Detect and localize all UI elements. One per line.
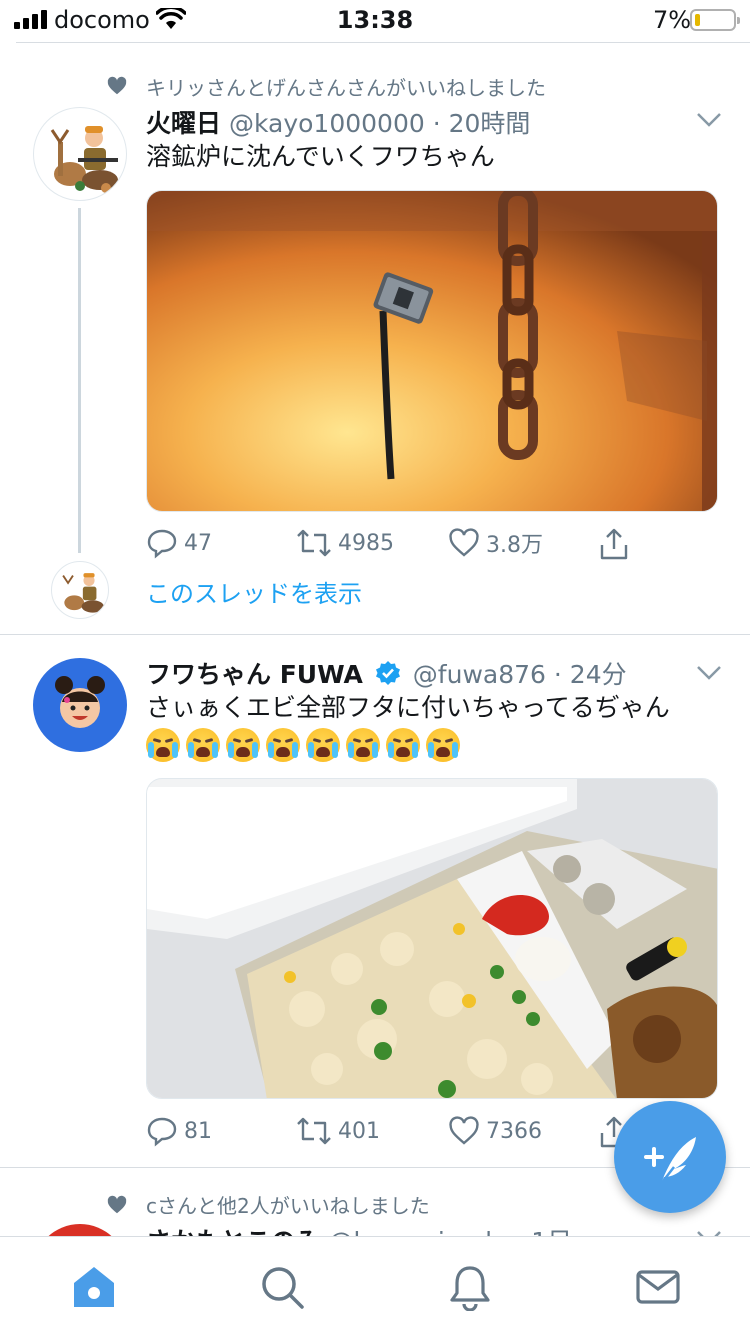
home-icon[interactable] [70, 1263, 118, 1311]
crying-face-emoji-icon [266, 728, 300, 762]
compose-tweet-button[interactable] [614, 1101, 726, 1213]
thread-line [78, 208, 81, 553]
retweet-button[interactable]: 4985 [296, 527, 394, 559]
tweet-header: さかもとこのみ @konomiroolo · 1日 [146, 1222, 572, 1236]
reply-button[interactable]: 81 [146, 1115, 212, 1147]
chevron-down-icon[interactable] [696, 665, 722, 681]
user-handle[interactable]: @fuwa876 [413, 660, 546, 689]
messages-envelope-icon[interactable] [634, 1263, 682, 1311]
tweet-text: 溶鉱炉に沈んでいくフワちゃん [146, 142, 495, 171]
tweet-actions: 47 4985 3.8万 [146, 527, 646, 563]
emoji-row [146, 728, 460, 762]
like-button[interactable]: 7366 [448, 1115, 542, 1147]
display-name[interactable]: さかもとこのみ [146, 1227, 321, 1236]
retweet-icon [297, 529, 331, 557]
display-name[interactable]: フワちゃん FUWA [146, 660, 363, 689]
avatar[interactable] [33, 658, 127, 752]
tweet-text: さぃぁくエビ全部フタに付いちゃってるぢゃん [146, 693, 670, 722]
furnace-image [147, 191, 717, 511]
search-icon[interactable] [258, 1263, 306, 1311]
tweet-media[interactable] [146, 778, 718, 1099]
tweet-1[interactable]: キリッさんとげんさんさんがいいねしました 火曜日 @kayo1000000 · … [0, 0, 750, 634]
share-button[interactable] [598, 527, 630, 561]
retweet-count: 4985 [338, 530, 394, 556]
tweet-header: 火曜日 @kayo1000000 · 20時間 [146, 104, 530, 140]
like-button[interactable]: 3.8万 [448, 527, 543, 559]
tweet-time: · 24分 [553, 660, 627, 689]
avatar[interactable] [33, 107, 127, 201]
user-handle[interactable]: @kayo1000000 [229, 109, 425, 138]
reply-icon [147, 529, 177, 559]
retweet-icon [297, 1117, 331, 1145]
crying-face-emoji-icon [146, 728, 180, 762]
tweet-media[interactable] [146, 190, 718, 512]
crying-face-emoji-icon [306, 728, 340, 762]
crying-face-emoji-icon [186, 728, 220, 762]
display-name[interactable]: 火曜日 [146, 109, 221, 138]
crying-face-emoji-icon [346, 728, 380, 762]
tweet-2[interactable]: フワちゃん FUWA @fuwa876 · 24分 さぃぁくエビ全部フタに付いち… [0, 635, 750, 1167]
show-thread-link[interactable]: このスレッドを表示 [146, 574, 362, 609]
avatar[interactable] [33, 1224, 127, 1236]
user-handle[interactable]: @konomiroolo [328, 1227, 507, 1236]
retweet-button[interactable]: 401 [296, 1115, 380, 1147]
tweet-actions: 81 401 7366 [146, 1115, 646, 1151]
like-icon [449, 1116, 479, 1145]
social-context: cさんと他2人がいいねしました [146, 1194, 430, 1218]
like-count: 7366 [486, 1118, 542, 1144]
tweet-header: フワちゃん FUWA @fuwa876 · 24分 [146, 655, 627, 691]
crying-face-emoji-icon [426, 728, 460, 762]
bento-image [147, 779, 717, 1098]
bottom-tab-bar [0, 1236, 750, 1334]
verified-icon [375, 661, 400, 685]
retweet-count: 401 [338, 1118, 380, 1144]
heart-icon [107, 76, 127, 95]
reply-count: 81 [184, 1118, 212, 1144]
tweet-time: · 20時間 [432, 109, 531, 138]
chevron-down-icon[interactable] [696, 112, 722, 128]
like-count: 3.8万 [486, 533, 543, 558]
reply-count: 47 [184, 530, 212, 556]
notifications-bell-icon[interactable] [446, 1263, 494, 1311]
like-icon [449, 528, 479, 557]
social-context: キリッさんとげんさんさんがいいねしました [146, 76, 546, 100]
compose-feather-icon [644, 1137, 696, 1186]
share-icon [600, 528, 628, 560]
reply-button[interactable]: 47 [146, 527, 212, 559]
crying-face-emoji-icon [386, 728, 420, 762]
crying-face-emoji-icon [226, 728, 260, 762]
tweet-time: · 1日 [515, 1227, 572, 1236]
avatar-small[interactable] [51, 561, 109, 619]
reply-icon [147, 1117, 177, 1147]
heart-icon [107, 1195, 127, 1214]
